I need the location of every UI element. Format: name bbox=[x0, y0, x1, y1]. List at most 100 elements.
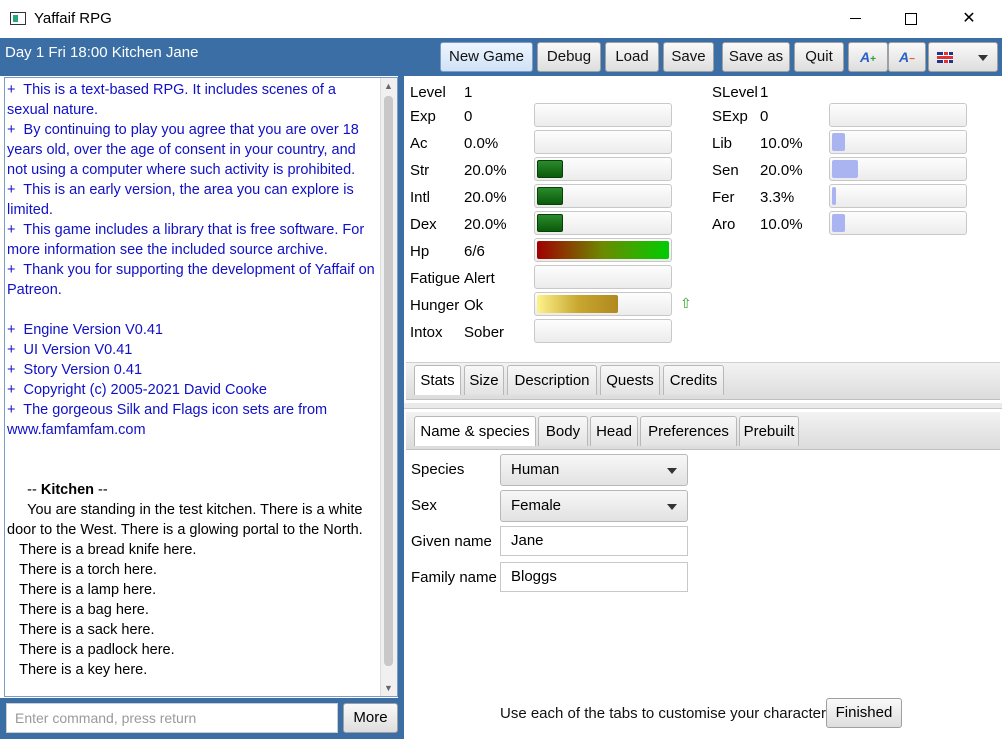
tab-body[interactable]: Body bbox=[538, 416, 588, 446]
hunger-value: Ok bbox=[464, 297, 484, 314]
intox-value: Sober bbox=[464, 324, 505, 341]
log-line: + This game includes a library that is f… bbox=[7, 220, 379, 260]
log-line-text: + Engine Version V0.41 bbox=[7, 322, 163, 338]
uk-flag-icon bbox=[937, 51, 953, 63]
species-label: Species bbox=[411, 461, 465, 478]
command-input[interactable] bbox=[6, 703, 338, 733]
log-line-text: There is a bag here. bbox=[7, 602, 149, 618]
hp-label: Hp bbox=[410, 243, 430, 260]
log-line: + This is an early version, the area you… bbox=[7, 180, 379, 220]
close-button[interactable]: ✕ bbox=[946, 4, 992, 34]
sexp-bar bbox=[829, 103, 967, 127]
lib-bar bbox=[829, 130, 967, 154]
log-line-text bbox=[7, 462, 11, 478]
font-decrease-icon: A− bbox=[899, 49, 915, 65]
language-dropdown[interactable] bbox=[928, 42, 998, 72]
hunger-label: Hunger bbox=[410, 297, 460, 314]
character-panel: Level 1 Exp 0 Ac 0.0% Str 20.0% Intl 20.… bbox=[404, 76, 1002, 739]
log-line-text: There is a bread knife here. bbox=[7, 542, 197, 558]
tab-stats[interactable]: Stats bbox=[414, 365, 461, 395]
level-label: Level bbox=[410, 84, 446, 101]
dex-bar bbox=[534, 211, 672, 235]
log-line-text: + This is a text-based RPG. It includes … bbox=[7, 82, 340, 118]
log-line-text: There is a sack here. bbox=[7, 622, 155, 638]
intl-label: Intl bbox=[410, 189, 431, 206]
log-line-text: + Thank you for supporting the developme… bbox=[7, 262, 379, 298]
lib-bar-fill bbox=[832, 133, 845, 151]
species-select[interactable]: Human bbox=[500, 454, 688, 486]
maximize-icon bbox=[905, 12, 917, 25]
log-line-text: + By continuing to play you agree that y… bbox=[7, 122, 363, 178]
tab-prebuilt[interactable]: Prebuilt bbox=[739, 416, 799, 446]
log-line-text: There is a lamp here. bbox=[7, 582, 157, 598]
new-game-button[interactable]: New Game bbox=[440, 42, 533, 72]
minimize-button[interactable] bbox=[832, 4, 878, 34]
log-line: There is a padlock here. bbox=[7, 640, 379, 660]
log-line-text: + This is an early version, the area you… bbox=[7, 182, 358, 218]
tab-description[interactable]: Description bbox=[507, 365, 597, 395]
app-icon bbox=[10, 12, 26, 25]
exp-label: Exp bbox=[410, 108, 436, 125]
font-decrease-button[interactable]: A− bbox=[888, 42, 926, 72]
minimize-icon bbox=[849, 18, 861, 20]
scroll-down-icon[interactable]: ▼ bbox=[384, 683, 393, 693]
tab-credits[interactable]: Credits bbox=[663, 365, 724, 395]
log-line: There is a bread knife here. bbox=[7, 540, 379, 560]
tab-quests[interactable]: Quests bbox=[600, 365, 660, 395]
intl-bar-fill bbox=[537, 187, 563, 205]
maximize-button[interactable] bbox=[888, 4, 934, 34]
sen-bar bbox=[829, 157, 967, 181]
log-line: + This is a text-based RPG. It includes … bbox=[7, 80, 379, 120]
chevron-down-icon bbox=[978, 55, 988, 61]
window-title: Yaffaif RPG bbox=[34, 10, 112, 27]
str-value: 20.0% bbox=[464, 162, 507, 179]
tab-head[interactable]: Head bbox=[590, 416, 638, 446]
log-location-title: Kitchen bbox=[40, 482, 95, 498]
story-log-panel[interactable]: + This is a text-based RPG. It includes … bbox=[4, 77, 398, 697]
str-label: Str bbox=[410, 162, 430, 179]
log-line: + Copyright (c) 2005-2021 David Cooke bbox=[7, 380, 379, 400]
save-button[interactable]: Save bbox=[663, 42, 714, 72]
sen-value: 20.0% bbox=[760, 162, 803, 179]
log-line-text: There is a key here. bbox=[7, 662, 148, 678]
log-line: + Thank you for supporting the developme… bbox=[7, 260, 379, 300]
chevron-down-icon bbox=[667, 504, 677, 510]
debug-button[interactable]: Debug bbox=[537, 42, 601, 72]
log-line-text bbox=[7, 442, 11, 458]
lib-label: Lib bbox=[712, 135, 733, 152]
sex-value: Female bbox=[511, 497, 562, 514]
family-name-field[interactable]: Bloggs bbox=[500, 562, 688, 592]
family-name-label: Family name bbox=[411, 569, 497, 586]
given-name-field[interactable]: Jane bbox=[500, 526, 688, 556]
log-line-text: + Copyright (c) 2005-2021 David Cooke bbox=[7, 382, 267, 398]
more-button[interactable]: More bbox=[343, 703, 398, 733]
log-line-text: + The gorgeous Silk and Flags icon sets … bbox=[7, 402, 332, 438]
aro-label: Aro bbox=[712, 216, 736, 233]
hunger-bar bbox=[534, 292, 672, 316]
load-button[interactable]: Load bbox=[605, 42, 659, 72]
log-line-text: + This game includes a library that is f… bbox=[7, 222, 369, 258]
command-bar: More bbox=[0, 698, 404, 739]
tab-preferences[interactable]: Preferences bbox=[640, 416, 737, 446]
sex-select[interactable]: Female bbox=[500, 490, 688, 522]
finished-button[interactable]: Finished bbox=[826, 698, 902, 728]
intl-value: 20.0% bbox=[464, 189, 507, 206]
str-bar bbox=[534, 157, 672, 181]
close-icon: ✕ bbox=[962, 10, 976, 27]
dex-label: Dex bbox=[410, 216, 437, 233]
quit-button[interactable]: Quit bbox=[794, 42, 844, 72]
scroll-up-icon[interactable]: ▲ bbox=[384, 81, 393, 91]
log-line: + UI Version V0.41 bbox=[7, 340, 379, 360]
log-scrollbar[interactable]: ▲ ▼ bbox=[380, 78, 397, 696]
scroll-thumb[interactable] bbox=[384, 96, 393, 666]
sexp-value: 0 bbox=[760, 108, 769, 125]
customise-hint: Use each of the tabs to customise your c… bbox=[500, 705, 826, 722]
save-as-button[interactable]: Save as bbox=[722, 42, 790, 72]
font-increase-button[interactable]: A+ bbox=[848, 42, 888, 72]
tab-size[interactable]: Size bbox=[464, 365, 504, 395]
sen-label: Sen bbox=[712, 162, 739, 179]
tab-name-species[interactable]: Name & species bbox=[414, 416, 536, 446]
intox-label: Intox bbox=[410, 324, 443, 341]
horizontal-splitter[interactable] bbox=[404, 403, 1002, 409]
story-log: + This is a text-based RPG. It includes … bbox=[7, 80, 379, 680]
